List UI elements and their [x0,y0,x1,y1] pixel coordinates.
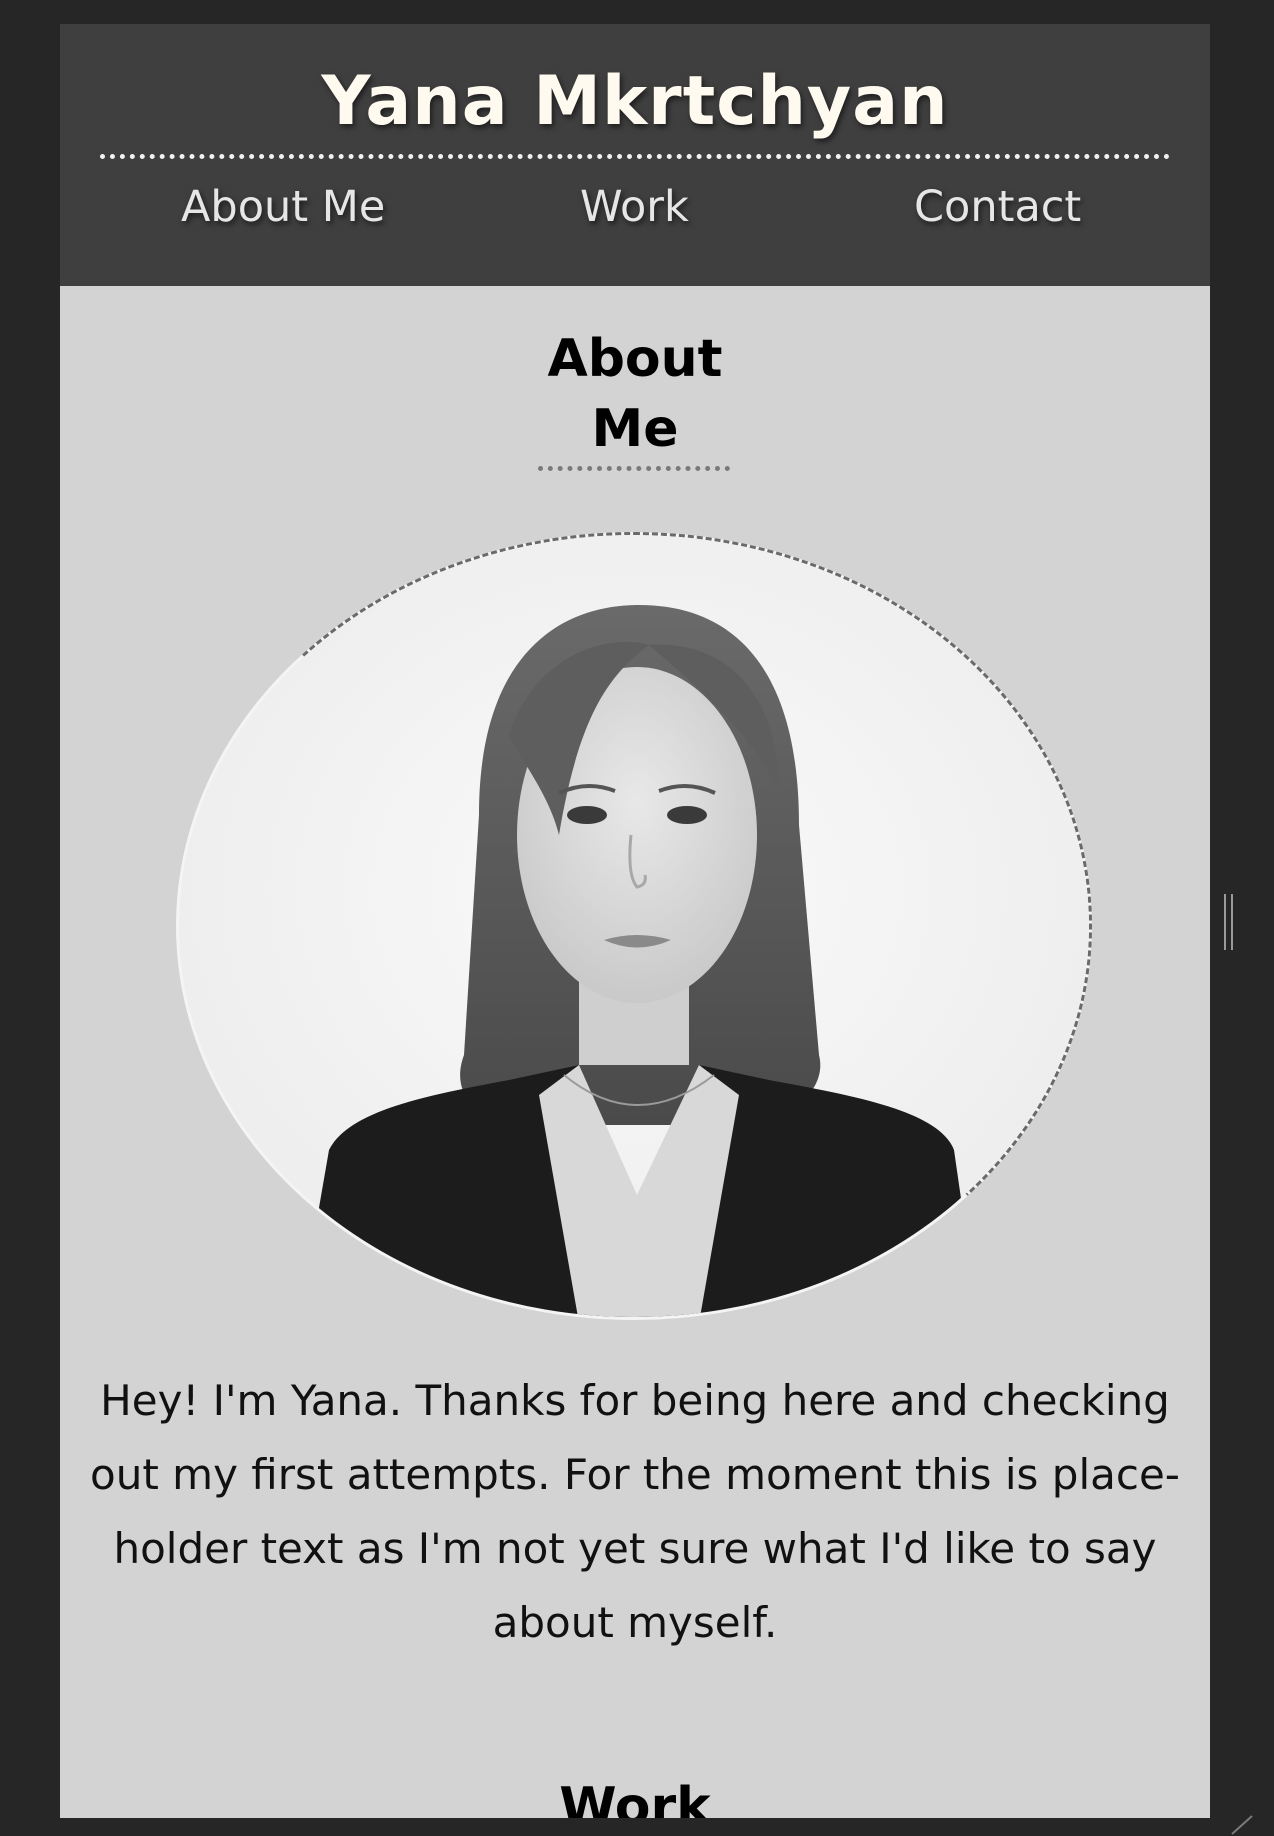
title-dotted-divider [100,154,1170,159]
work-heading: Work [559,1777,711,1818]
nav-link-contact[interactable]: Contact [914,183,1081,231]
site-title: Yana Mkrtchyan [321,62,949,141]
corner-resize-icon[interactable] [1226,1812,1256,1836]
profile-portrait [176,532,1092,1320]
about-heading-dotted-underline [538,466,730,471]
nav-link-about-me[interactable]: About Me [181,183,385,231]
about-me-heading: About Me [60,324,1210,464]
pane-resize-handle[interactable] [1224,894,1234,950]
site-header: Yana Mkrtchyan About Me Work Contact [60,24,1210,286]
nav-link-work[interactable]: Work [580,183,689,231]
page-frame: Yana Mkrtchyan About Me Work Contact Abo… [60,24,1210,1818]
main-nav: About Me Work Contact [60,183,1210,244]
about-me-bio: Hey! I'm Yana. Thanks for being here and… [90,1376,1180,1647]
portrait-illustration [179,535,1089,1317]
about-me-heading-text: About Me [547,329,723,459]
